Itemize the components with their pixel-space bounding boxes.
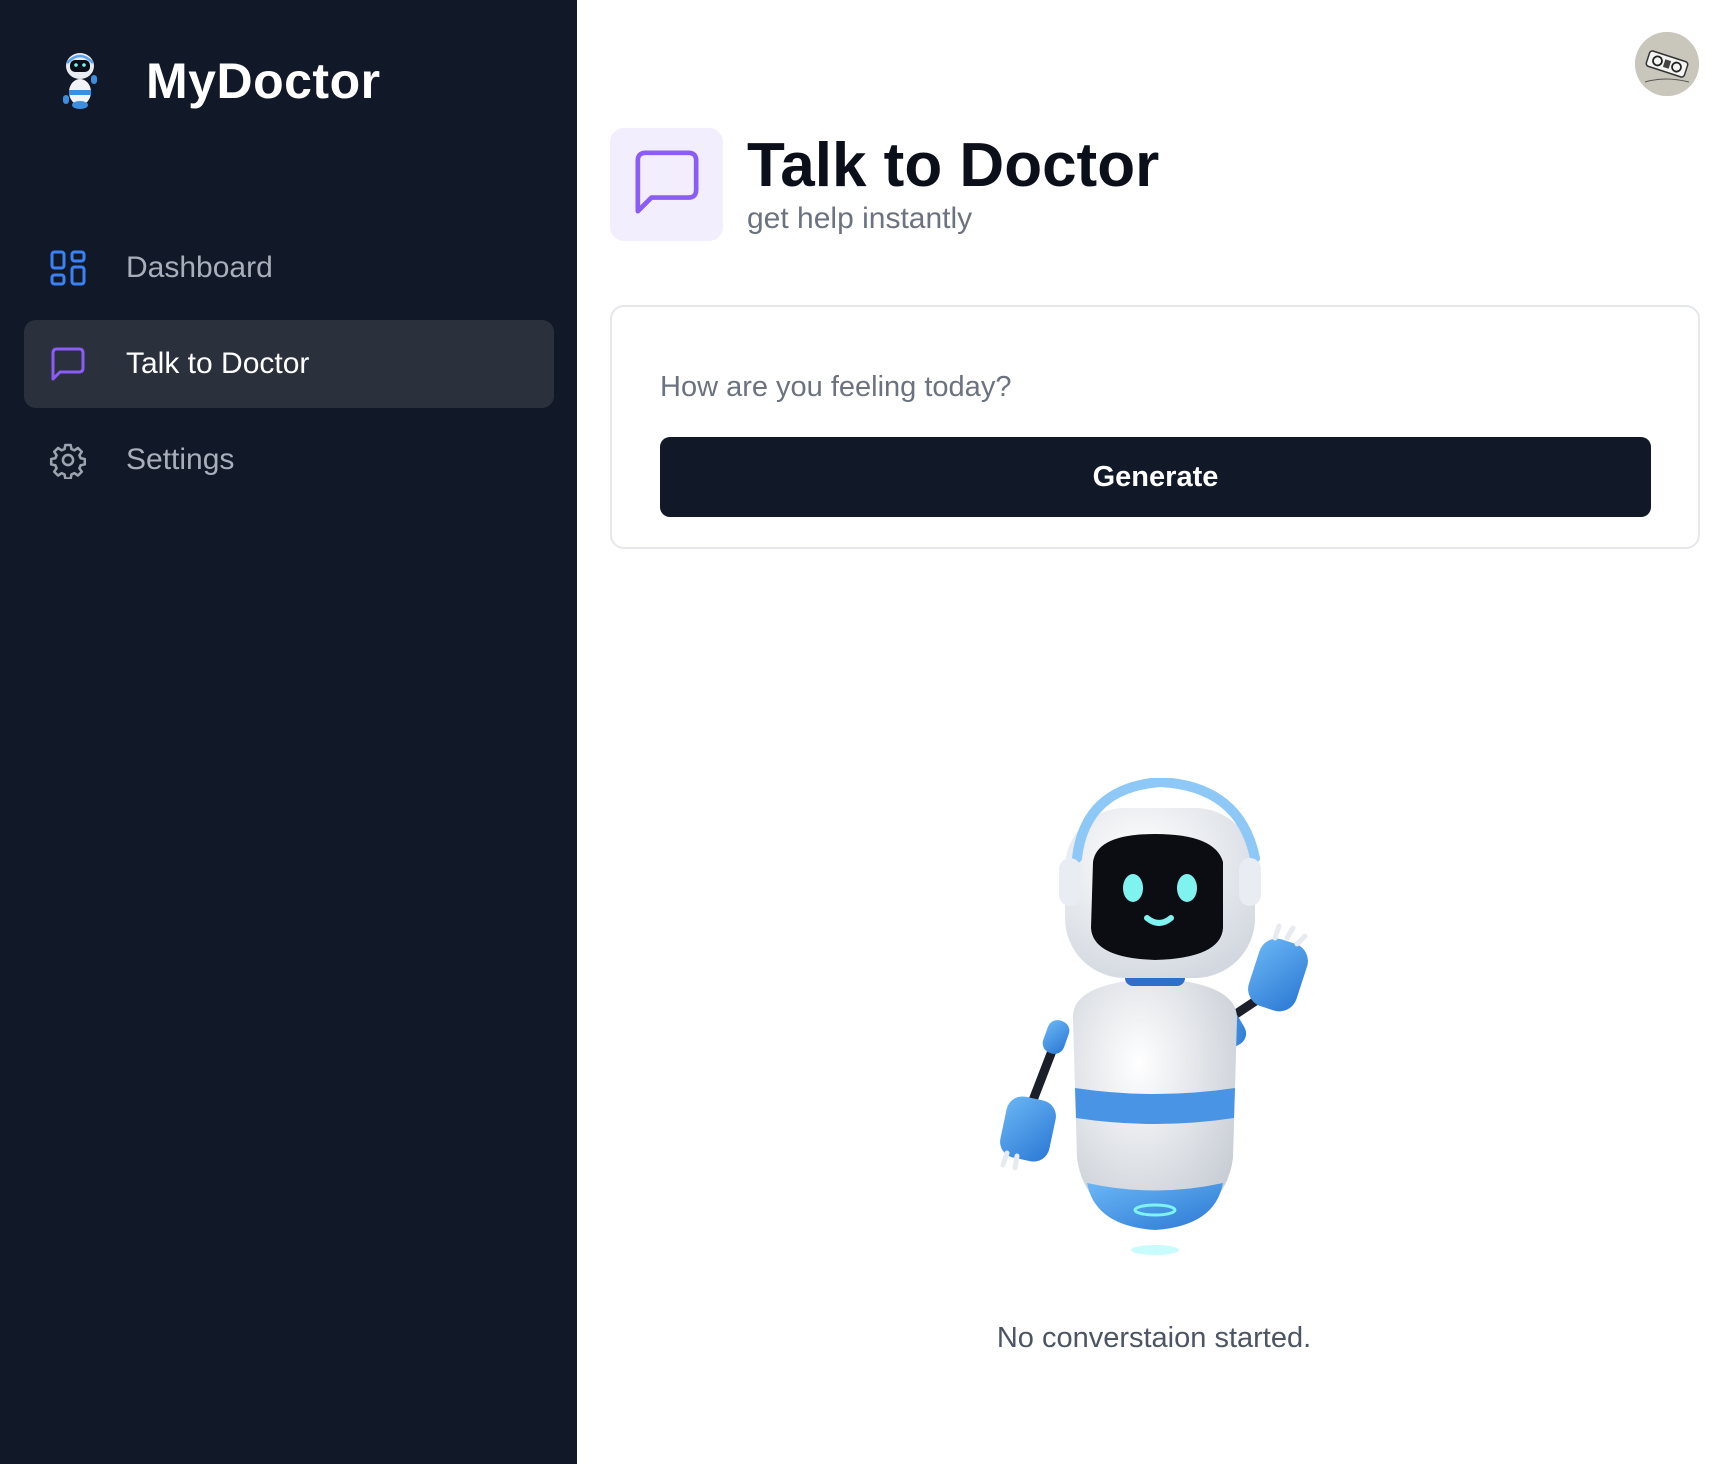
brand-name: MyDoctor (146, 53, 381, 109)
chat-bubble-icon (48, 344, 88, 384)
sidebar-item-label: Settings (126, 443, 235, 476)
page-title: Talk to Doctor (747, 131, 1160, 200)
page-subtitle: get help instantly (747, 202, 973, 235)
feeling-input[interactable] (660, 357, 1650, 417)
user-avatar[interactable] (1635, 32, 1699, 96)
header-icon-box (610, 128, 723, 241)
sidebar: MyDoctor Dashboard Talk to Doctor Settin… (0, 0, 577, 1464)
brand[interactable]: MyDoctor (55, 46, 381, 116)
empty-conversation-message: No converstaion started. (996, 1322, 1312, 1354)
sidebar-item-label: Dashboard (126, 251, 273, 284)
generate-button[interactable]: Generate (660, 437, 1651, 517)
prompt-card: Generate (610, 305, 1700, 549)
sidebar-nav: Dashboard Talk to Doctor Settings (24, 224, 554, 512)
sidebar-item-label: Talk to Doctor (126, 347, 310, 380)
sidebar-item-dashboard[interactable]: Dashboard (24, 224, 554, 312)
dashboard-grid-icon (48, 248, 88, 288)
chat-bubble-icon (632, 147, 702, 222)
main-content: Talk to Doctor get help instantly Genera… (577, 0, 1726, 1464)
sidebar-item-talk-to-doctor[interactable]: Talk to Doctor (24, 320, 554, 408)
sidebar-item-settings[interactable]: Settings (24, 416, 554, 504)
robot-logo-icon (55, 46, 105, 116)
gear-icon (48, 440, 88, 480)
waving-robot-illustration (975, 776, 1335, 1278)
